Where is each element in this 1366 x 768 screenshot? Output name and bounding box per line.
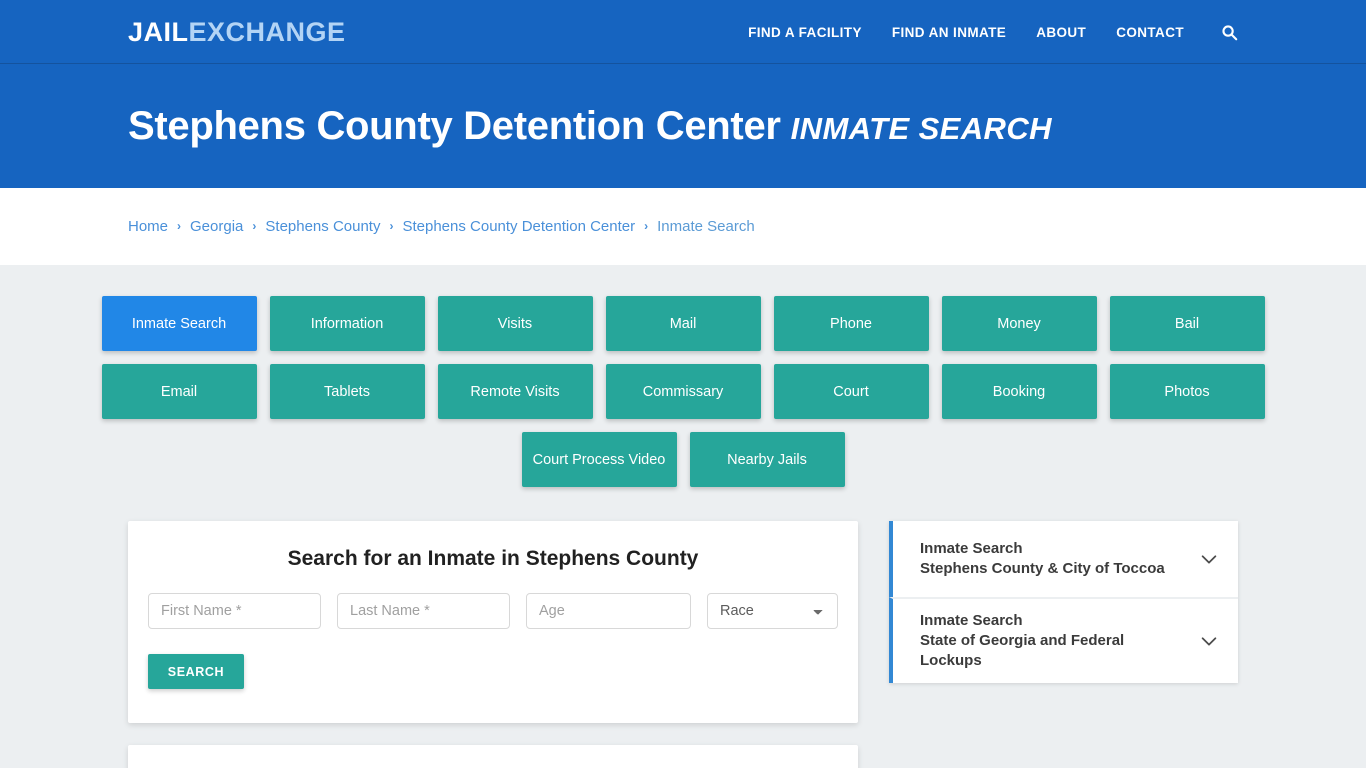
sidebar-column: Inmate Search Stephens County & City of …: [889, 521, 1238, 683]
tab-commissary[interactable]: Commissary: [605, 364, 761, 419]
search-icon[interactable]: [1199, 24, 1238, 41]
tab-money[interactable]: Money: [941, 296, 1097, 351]
chevron-right-icon: ›: [252, 218, 257, 233]
tab-court[interactable]: Court: [773, 364, 929, 419]
main-content: Inmate Search Information Visits Mail Ph…: [0, 265, 1366, 768]
main-column: Search for an Inmate in Stephens County …: [128, 521, 858, 768]
search-form-title: Search for an Inmate in Stephens County: [287, 547, 699, 570]
page-title-facility: Stephens County Detention Center: [128, 103, 781, 148]
accordion-subtitle: Stephens County & City of Toccoa: [920, 560, 1165, 577]
tab-email[interactable]: Email: [101, 364, 257, 419]
tab-remote-visits[interactable]: Remote Visits: [437, 364, 593, 419]
page-title: Stephens County Detention Center INMATE S…: [0, 104, 1052, 149]
last-name-input[interactable]: [337, 593, 510, 629]
accordion-subtitle: State of Georgia and Federal Lockups: [920, 632, 1125, 669]
tab-phone[interactable]: Phone: [773, 296, 929, 351]
hero-banner: Stephens County Detention Center INMATE S…: [0, 64, 1366, 188]
tab-information[interactable]: Information: [269, 296, 425, 351]
tab-visits[interactable]: Visits: [437, 296, 593, 351]
facility-tabs-row-3: Court Process Video Nearby Jails: [128, 432, 1238, 487]
nav-item-contact[interactable]: CONTACT: [1101, 25, 1199, 40]
race-select[interactable]: Race: [707, 593, 838, 629]
chevron-right-icon: ›: [389, 218, 394, 233]
tab-booking[interactable]: Booking: [941, 364, 1097, 419]
accordion-label-group: Inmate Search Stephens County & City of …: [920, 539, 1188, 579]
chevron-down-icon[interactable]: [1198, 630, 1220, 652]
primary-navigation: FIND A FACILITY FIND AN INMATE ABOUT CON…: [733, 0, 1238, 64]
breadcrumb-item-inmate-search[interactable]: Inmate Search: [657, 218, 755, 235]
accordion-label-group: Inmate Search State of Georgia and Feder…: [920, 611, 1188, 671]
tab-photos[interactable]: Photos: [1109, 364, 1265, 419]
breadcrumb-item-georgia[interactable]: Georgia: [190, 218, 243, 235]
tab-court-process-video[interactable]: Court Process Video: [521, 432, 677, 487]
search-button[interactable]: SEARCH: [148, 654, 244, 689]
facility-tabs-row-1: Inmate Search Information Visits Mail Ph…: [101, 296, 1265, 351]
site-header: JAILEXCHANGE FIND A FACILITY FIND AN INM…: [0, 0, 1366, 64]
chevron-right-icon: ›: [177, 218, 182, 233]
site-logo[interactable]: JAILEXCHANGE: [128, 17, 346, 47]
content-columns: Search for an Inmate in Stephens County …: [128, 521, 1238, 768]
accordion-item-state-search[interactable]: Inmate Search State of Georgia and Feder…: [889, 597, 1238, 683]
nav-item-find-a-facility[interactable]: FIND A FACILITY: [733, 25, 877, 40]
nav-item-about[interactable]: ABOUT: [1021, 25, 1101, 40]
nav-item-find-an-inmate[interactable]: FIND AN INMATE: [877, 25, 1021, 40]
accordion-item-county-search[interactable]: Inmate Search Stephens County & City of …: [889, 521, 1238, 597]
page-title-section: INMATE SEARCH: [790, 110, 1052, 146]
chevron-right-icon: ›: [644, 218, 649, 233]
inmate-search-card: Search for an Inmate in Stephens County …: [128, 521, 858, 723]
tab-tablets[interactable]: Tablets: [269, 364, 425, 419]
facility-tabs-row-2: Email Tablets Remote Visits Commissary C…: [101, 364, 1265, 419]
age-input[interactable]: [526, 593, 691, 629]
accordion-title: Inmate Search: [920, 540, 1023, 557]
breadcrumb-item-home[interactable]: Home: [128, 218, 168, 235]
first-name-input[interactable]: [148, 593, 321, 629]
logo-text-exchange: EXCHANGE: [188, 17, 346, 47]
tab-mail[interactable]: Mail: [605, 296, 761, 351]
content-container: Inmate Search Information Visits Mail Ph…: [101, 296, 1265, 768]
chevron-down-icon[interactable]: [1198, 548, 1220, 570]
secondary-card: [128, 745, 858, 768]
breadcrumb-bar: Home › Georgia › Stephens County › Steph…: [0, 188, 1366, 265]
accordion-title: Inmate Search: [920, 612, 1023, 629]
breadcrumb: Home › Georgia › Stephens County › Steph…: [0, 218, 755, 235]
tab-bail[interactable]: Bail: [1109, 296, 1265, 351]
breadcrumb-item-stephens-county[interactable]: Stephens County: [265, 218, 380, 235]
breadcrumb-item-detention-center[interactable]: Stephens County Detention Center: [402, 218, 635, 235]
tab-nearby-jails[interactable]: Nearby Jails: [689, 432, 845, 487]
inmate-search-accordion: Inmate Search Stephens County & City of …: [889, 521, 1238, 683]
search-fields: Race: [148, 593, 838, 629]
logo-text-jail: JAIL: [128, 17, 189, 47]
tab-inmate-search[interactable]: Inmate Search: [101, 296, 257, 351]
